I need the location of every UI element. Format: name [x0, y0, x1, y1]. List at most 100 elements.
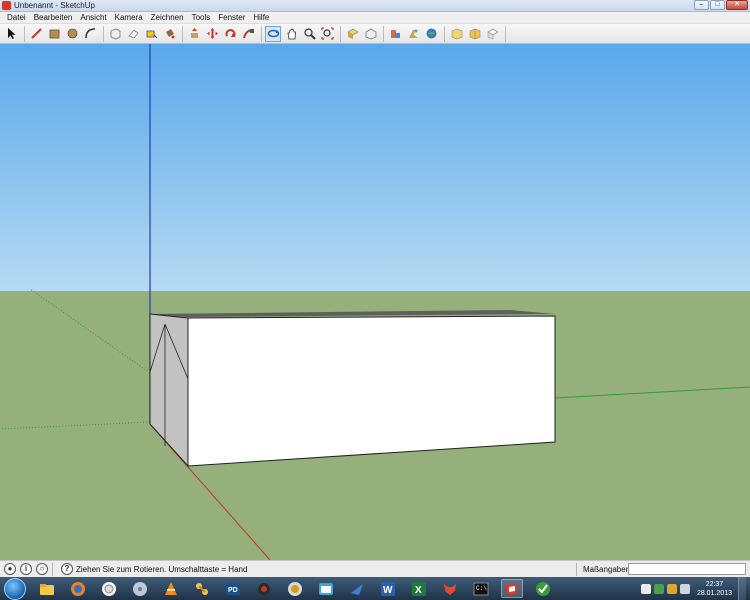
taskbar-green-app-button[interactable]: [532, 579, 554, 598]
status-hint: Ziehen Sie zum Rotieren. Umschalttaste =…: [76, 564, 248, 574]
google-earth-tool-button[interactable]: [405, 26, 421, 42]
arc-tool-button[interactable]: [82, 26, 98, 42]
line-icon: [30, 28, 42, 39]
start-button[interactable]: [4, 577, 26, 600]
line-tool-button[interactable]: [28, 26, 44, 42]
3d-warehouse-icon: [346, 28, 359, 39]
taskbar-file-explorer-button[interactable]: [36, 579, 58, 598]
tape-measure-tool-button[interactable]: [143, 26, 159, 42]
tray-volume-icon[interactable]: [679, 583, 690, 594]
word-icon: W: [381, 581, 395, 596]
taskbar-browser-button[interactable]: [98, 579, 120, 598]
taskbar-fox-app-button[interactable]: [439, 579, 461, 598]
pan-tool-button[interactable]: [283, 26, 299, 42]
zoom-tool-button[interactable]: [301, 26, 317, 42]
get-photo-texture-tool-button[interactable]: [387, 26, 403, 42]
scene-canvas[interactable]: [0, 44, 750, 560]
svg-text:W: W: [383, 585, 393, 596]
media-disc-icon: [133, 581, 147, 596]
taskbar-media-disc-button[interactable]: [129, 579, 151, 598]
move-tool-button[interactable]: [204, 26, 220, 42]
taskbar-red-app-button[interactable]: [253, 579, 275, 598]
follow-me-tool-button[interactable]: [240, 26, 256, 42]
menu-hilfe[interactable]: Hilfe: [249, 13, 273, 22]
menu-bearbeiten[interactable]: Bearbeiten: [30, 13, 77, 22]
eraser-tool-button[interactable]: [125, 26, 141, 42]
taskbar-network-app-button[interactable]: [191, 579, 213, 598]
windows-taskbar: PD W X C:\ 22:37 28.01.2013: [0, 577, 750, 600]
window-controls: – □ ✕: [694, 0, 748, 11]
menu-tools[interactable]: Tools: [188, 13, 215, 22]
share-model-tool-button[interactable]: [362, 26, 378, 42]
close-button[interactable]: ✕: [726, 0, 748, 10]
menu-fenster[interactable]: Fenster: [214, 13, 249, 22]
menu-bar: Datei Bearbeiten Ansicht Kamera Zeichnen…: [0, 12, 750, 24]
measurements-label: Maßangaben: [583, 565, 631, 574]
menu-ansicht[interactable]: Ansicht: [76, 13, 110, 22]
drawing-viewport[interactable]: [0, 44, 750, 560]
taskbar-sketchup-button[interactable]: [501, 579, 523, 598]
taskbar-vlc-button[interactable]: [160, 579, 182, 598]
rotate-tool-button[interactable]: [222, 26, 238, 42]
taskbar-terminal-button[interactable]: C:\: [470, 579, 492, 598]
taskbar-window-app-button[interactable]: [315, 579, 337, 598]
user-icon[interactable]: ○: [36, 563, 48, 575]
select-tool-button[interactable]: [3, 26, 19, 42]
3d-warehouse-tool-button[interactable]: [344, 26, 360, 42]
component-browser-tool-button[interactable]: [448, 26, 464, 42]
geo-location-icon[interactable]: ●: [4, 563, 16, 575]
taskbar-firefox-button[interactable]: [67, 579, 89, 598]
tray-arrow-icon[interactable]: [640, 583, 651, 594]
excel-icon: X: [412, 581, 426, 596]
toolbar-group: [448, 25, 506, 42]
measurements-input[interactable]: [628, 563, 746, 575]
svg-text:PD: PD: [228, 587, 238, 594]
menu-datei[interactable]: Datei: [3, 13, 30, 22]
taskbar-word-button[interactable]: W: [377, 579, 399, 598]
terminal-icon: C:\: [473, 582, 489, 595]
zoom-extents-tool-button[interactable]: [319, 26, 335, 42]
extension-warehouse-tool-button[interactable]: [484, 26, 500, 42]
clock[interactable]: 22:37 28.01.2013: [697, 580, 732, 598]
rotate-icon: [225, 29, 235, 37]
help-icon[interactable]: ?: [61, 563, 73, 575]
status-divider: [576, 563, 577, 576]
taskbar-blue-app-button[interactable]: [346, 579, 368, 598]
box-front-face: [187, 315, 556, 467]
toolbar-group: [265, 25, 341, 42]
browser-icon: [102, 581, 116, 596]
rectangle-tool-button[interactable]: [46, 26, 62, 42]
svg-text:X: X: [415, 585, 422, 596]
taskbar-pd-app-button[interactable]: PD: [222, 579, 244, 598]
system-tray: 22:37 28.01.2013: [640, 577, 750, 600]
push-pull-tool-button[interactable]: [186, 26, 202, 42]
push-pull-icon: [190, 28, 198, 38]
paint-bucket-tool-button[interactable]: [161, 26, 177, 42]
window-title: Unbenannt - SketchUp: [14, 1, 95, 10]
show-desktop-button[interactable]: [738, 577, 746, 600]
menu-zeichnen[interactable]: Zeichnen: [147, 13, 188, 22]
taskbar-excel-button[interactable]: X: [408, 579, 430, 598]
shield-app-icon: [288, 581, 302, 596]
tray-update-icon[interactable]: [666, 583, 677, 594]
zoom-icon: [303, 28, 316, 40]
menu-kamera[interactable]: Kamera: [111, 13, 147, 22]
circle-tool-button[interactable]: [64, 26, 80, 42]
credits-icon[interactable]: i: [20, 563, 32, 575]
toolbar-group: [3, 25, 25, 42]
toolbar-group: [344, 25, 384, 42]
make-component-icon: [110, 28, 120, 40]
share-component-tool-button[interactable]: [466, 26, 482, 42]
fox-app-icon: [444, 583, 456, 595]
tray-network-icon[interactable]: [653, 583, 664, 594]
place-model-tool-button[interactable]: [423, 26, 439, 42]
share-component-icon: [469, 28, 480, 40]
status-bar: ● i ○ ? Ziehen Sie zum Rotieren. Umschal…: [0, 560, 750, 577]
toolbar-group: [387, 25, 445, 42]
orbit-tool-button[interactable]: [265, 25, 281, 42]
maximize-button[interactable]: □: [710, 0, 725, 10]
taskbar-shield-app-button[interactable]: [284, 579, 306, 598]
window-app-icon: [319, 582, 333, 595]
make-component-tool-button[interactable]: [107, 26, 123, 42]
minimize-button[interactable]: –: [694, 0, 709, 10]
